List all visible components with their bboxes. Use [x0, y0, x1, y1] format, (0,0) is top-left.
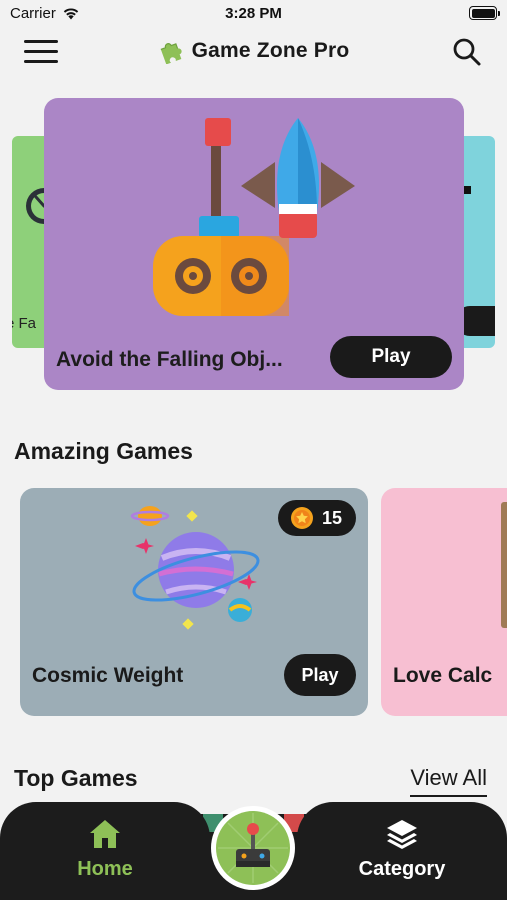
screen: Carrier 3:28 PM Game Zone Pro Fa Avoid t… — [0, 0, 507, 900]
puzzle-icon — [160, 43, 182, 64]
featured-play-button[interactable]: Play — [330, 336, 452, 378]
search-icon[interactable] — [451, 36, 483, 68]
tab-category[interactable]: Category — [297, 802, 507, 900]
bottom-tab-bar: Home Category — [0, 802, 507, 900]
tab-home[interactable]: Home — [0, 802, 210, 900]
remote-control-rocket-illustration — [153, 118, 355, 316]
game-title: Love Calc — [393, 664, 493, 687]
tab-category-label: Category — [358, 858, 446, 880]
section-title-amazing-games: Amazing Games — [14, 438, 193, 464]
game-card-love-calc[interactable]: Love Calc — [381, 488, 507, 716]
coin-count: 15 — [321, 507, 342, 528]
app-title: Game Zone Pro — [191, 39, 350, 62]
coin-icon — [290, 507, 313, 529]
featured-carousel[interactable]: e Fa — [0, 96, 507, 396]
featured-game-title: Avoid the Falling Obj... — [56, 348, 283, 371]
center-game-button[interactable] — [211, 806, 295, 890]
featured-card-avoid-falling[interactable]: Avoid the Falling Obj... Play — [44, 98, 464, 390]
game-title: Cosmic Weight — [32, 664, 184, 687]
game-card-cosmic-weight[interactable]: 15 Cosmic Weight Play — [20, 488, 368, 716]
featured-previous-title: e Fa — [12, 315, 37, 332]
tab-home-label: Home — [77, 858, 133, 880]
clock: 3:28 PM — [225, 5, 282, 22]
joystick-icon — [218, 813, 288, 883]
view-all-link[interactable]: View All — [410, 765, 487, 797]
section-title-top-games: Top Games — [14, 765, 138, 791]
battery-icon — [469, 6, 500, 20]
home-icon — [90, 820, 120, 848]
status-bar: Carrier 3:28 PM — [0, 0, 507, 28]
nav-bar: Game Zone Pro — [0, 30, 507, 76]
coin-badge: 15 — [277, 500, 356, 536]
planet-illustration — [130, 506, 260, 630]
game-play-button[interactable]: Play — [284, 654, 356, 696]
app-title-group: Game Zone Pro — [0, 38, 507, 64]
layers-icon — [387, 820, 417, 849]
